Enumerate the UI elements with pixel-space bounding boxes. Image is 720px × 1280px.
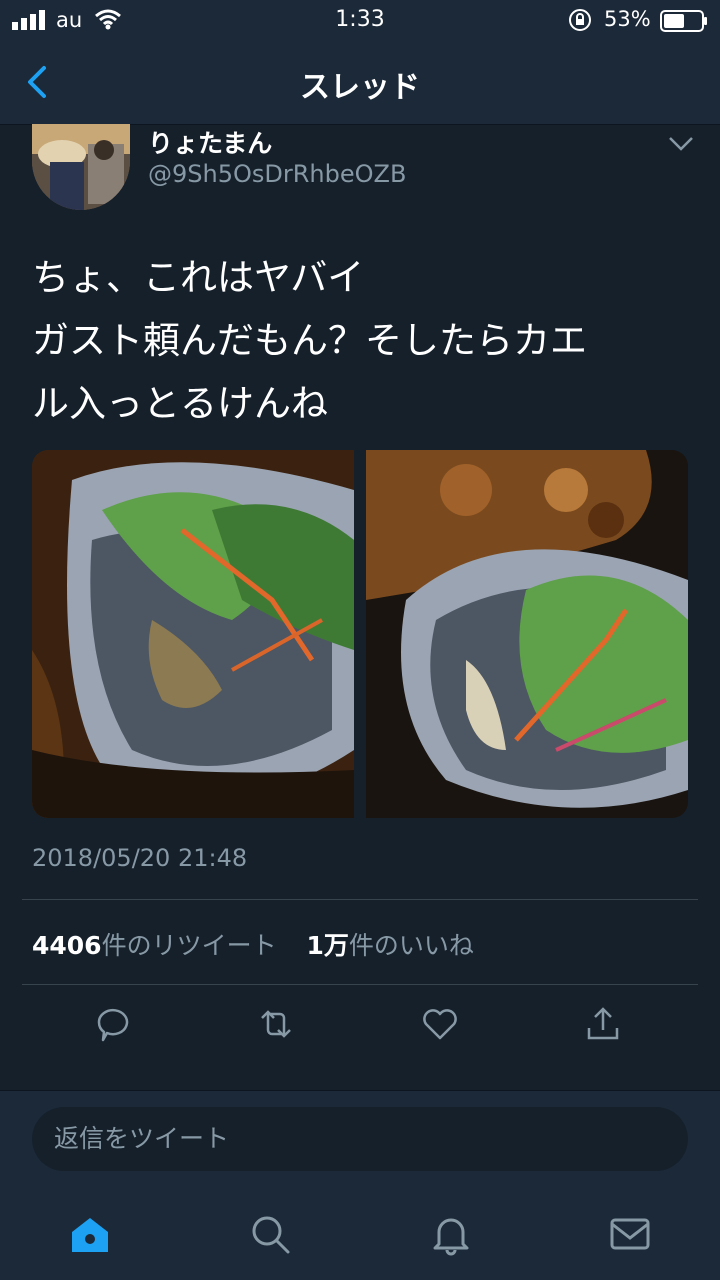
tweet-timestamp: 2018/05/20 21:48 xyxy=(32,844,248,872)
search-icon[interactable] xyxy=(248,1212,292,1256)
display-name[interactable]: りょたまん xyxy=(148,124,272,160)
tab-bar xyxy=(0,1190,720,1280)
retweet-icon[interactable] xyxy=(254,1002,298,1046)
like-label[interactable]: 件のいいね xyxy=(349,931,474,960)
share-icon[interactable] xyxy=(581,1002,625,1046)
retweet-count[interactable]: 4406 xyxy=(32,931,102,960)
divider xyxy=(22,984,698,985)
status-bar: au 1:33 53% xyxy=(0,0,720,40)
home-icon[interactable] xyxy=(68,1212,112,1256)
rotation-lock-icon xyxy=(569,9,591,31)
user-handle[interactable]: @9Sh5OsDrRhbeOZB xyxy=(148,160,406,188)
retweet-label[interactable]: 件のリツイート xyxy=(102,931,277,960)
page-title: スレッド xyxy=(300,70,420,105)
tweet-photo[interactable] xyxy=(366,450,688,818)
tweet-photo[interactable] xyxy=(32,450,354,818)
reply-icon[interactable] xyxy=(91,1002,135,1046)
like-count[interactable]: 1万 xyxy=(307,931,349,960)
notifications-icon[interactable] xyxy=(429,1212,473,1256)
reply-input[interactable]: 返信をツイート xyxy=(32,1107,688,1171)
messages-icon[interactable] xyxy=(608,1212,652,1256)
tweet-text: ちょ、これはヤバイ ガスト頼んだもん？そしたらカエ ル入っとるけんね xyxy=(32,246,692,435)
tweet-text-line: ちょ、これはヤバイ xyxy=(32,256,365,299)
heart-icon[interactable] xyxy=(418,1002,462,1046)
reply-bar: 返信をツイート xyxy=(0,1090,720,1191)
photo-grid xyxy=(32,450,688,818)
tweet-text-line: ル入っとるけんね xyxy=(32,382,328,425)
divider xyxy=(22,899,698,900)
tweet-stats: 4406件のリツイート 1万件のいいね xyxy=(32,926,474,962)
avatar[interactable] xyxy=(32,124,130,210)
battery-percent: 53% xyxy=(604,7,651,31)
tweet-actions xyxy=(0,1002,720,1062)
chevron-down-icon[interactable] xyxy=(668,136,694,152)
nav-bar: スレッド xyxy=(0,40,720,125)
tweet-text-line: ガスト頼んだもん？そしたらカエ xyxy=(32,319,587,362)
battery-icon xyxy=(660,10,707,32)
